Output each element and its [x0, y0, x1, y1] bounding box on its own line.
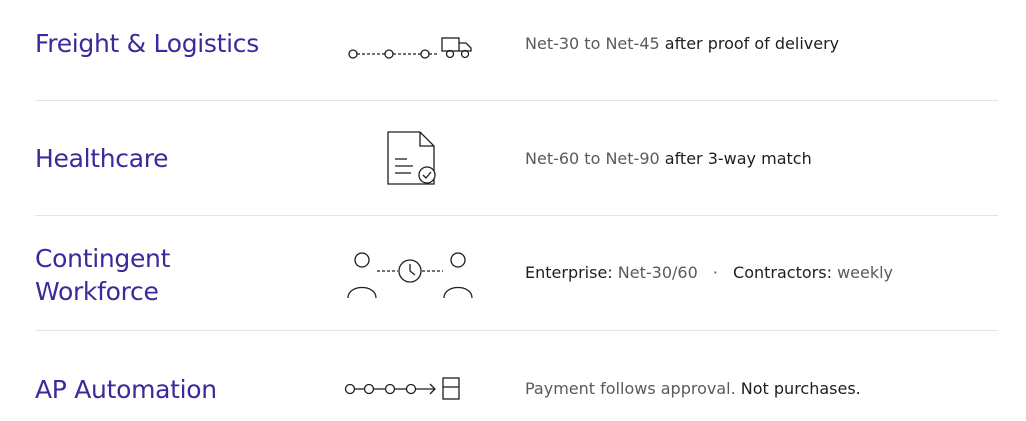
row-divider: [35, 215, 998, 216]
segment-label: Contractors:: [733, 263, 832, 282]
payment-terms: Net-30 to Net-45 after proof of delivery: [525, 33, 839, 55]
document-check-icon: [385, 130, 437, 188]
industry-title: Freight & Logistics: [35, 29, 259, 58]
industry-title-line: Contingent: [35, 244, 171, 273]
payment-terms: Payment follows approval. Not purchases.: [525, 378, 861, 400]
segment-value: Net-30/60: [617, 263, 698, 282]
terms-condition: after proof of delivery: [664, 34, 840, 53]
row-divider: [35, 330, 998, 331]
people-clock-icon: [345, 250, 475, 300]
industry-title: Healthcare: [35, 144, 169, 173]
industry-title: AP Automation: [35, 375, 217, 404]
industry-row-ap-automation: AP Automation Payment follows approval. …: [35, 345, 998, 421]
row-divider: [35, 100, 998, 101]
separator: ·: [712, 263, 718, 282]
terms-text: Payment follows approval.: [525, 379, 736, 398]
industry-row-healthcare: Healthcare Net-60 to Net-90 after 3-way …: [35, 115, 998, 230]
terms-condition: after 3-way match: [664, 149, 812, 168]
truck-route-icon: [345, 34, 475, 60]
payment-terms: Net-60 to Net-90 after 3-way match: [525, 148, 812, 170]
industry-title-line: Workforce: [35, 277, 159, 306]
industry-row-freight: Freight & Logistics Net-30 to Net-45 aft…: [35, 0, 998, 115]
industry-row-contingent-workforce: Contingent Workforce Enterprise: Net-30/…: [35, 230, 998, 345]
payment-terms: Enterprise: Net-30/60 · Contractors: wee…: [525, 262, 893, 284]
terms-value: Net-30 to Net-45: [525, 34, 660, 53]
segment-value: weekly: [837, 263, 894, 282]
segment-label: Enterprise:: [525, 263, 613, 282]
terms-value: Net-60 to Net-90: [525, 149, 660, 168]
terms-emphasis: Not purchases.: [740, 379, 861, 398]
industry-title: Contingent Workforce: [35, 242, 235, 308]
workflow-payment-icon: [343, 375, 483, 403]
